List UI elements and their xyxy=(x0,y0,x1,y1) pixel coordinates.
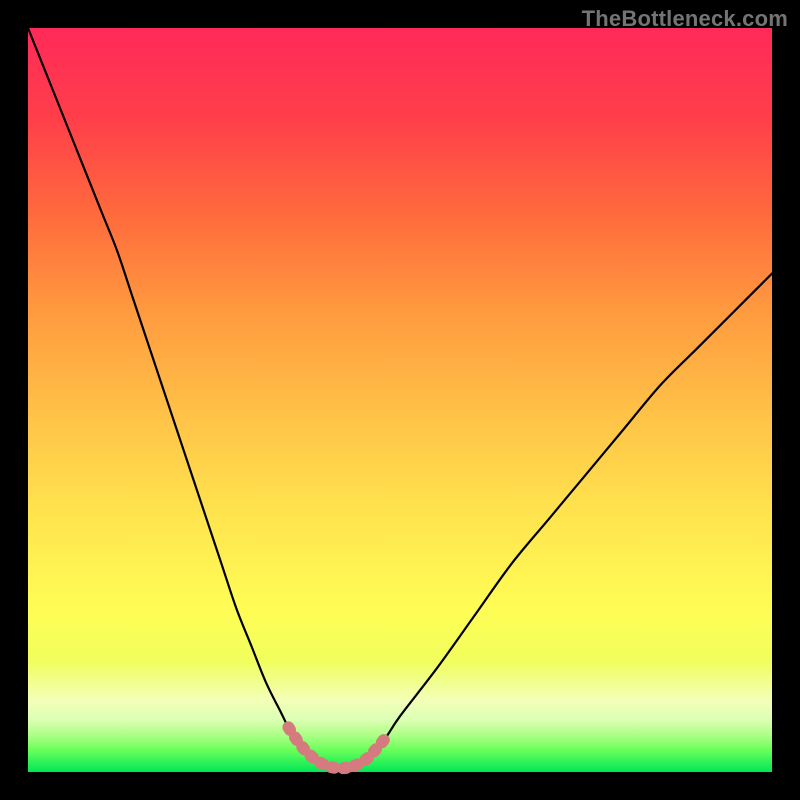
watermark-text: TheBottleneck.com xyxy=(582,6,788,32)
chart-frame: TheBottleneck.com xyxy=(0,0,800,800)
valley-highlight xyxy=(288,727,385,768)
bottleneck-curve xyxy=(28,28,772,768)
plot-area xyxy=(28,28,772,772)
curve-svg xyxy=(28,28,772,772)
